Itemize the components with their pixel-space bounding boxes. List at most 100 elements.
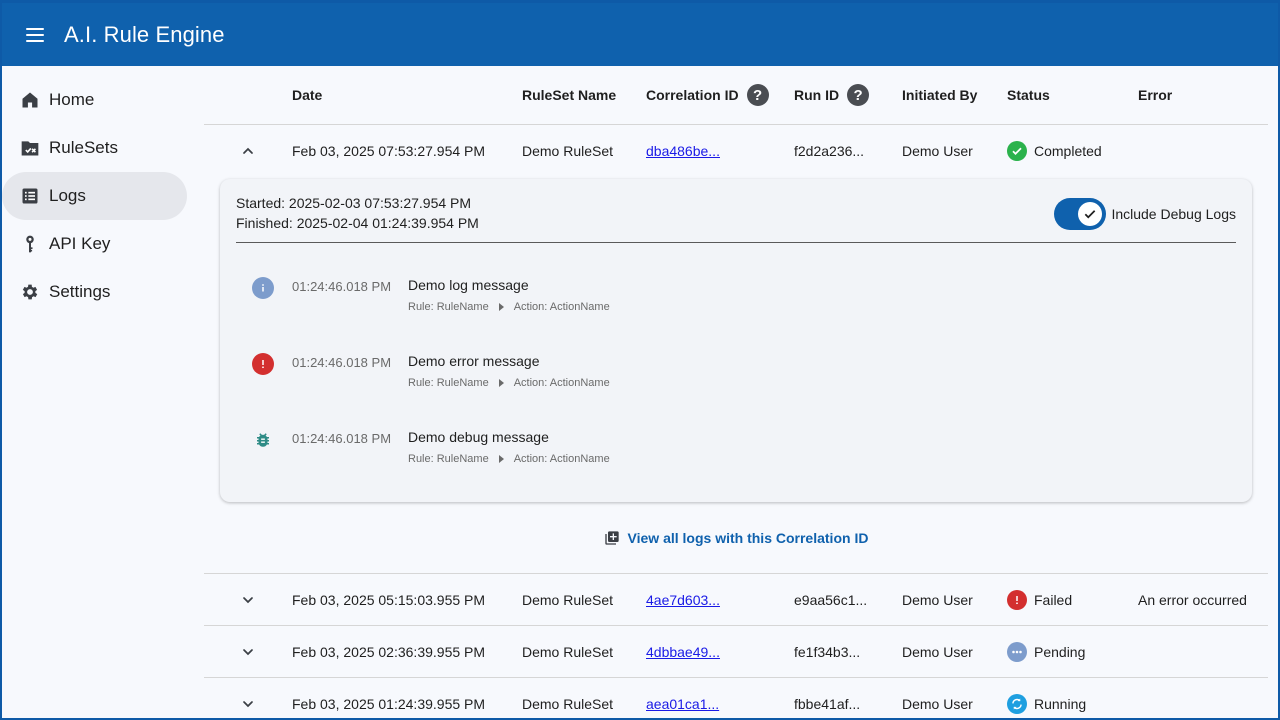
- more-horiz-icon: [1007, 641, 1027, 662]
- chevron-up-icon[interactable]: [238, 141, 258, 161]
- status-label: Failed: [1034, 591, 1073, 608]
- row-ruleset: Demo RuleSet: [522, 591, 614, 608]
- log-rule: Rule: RuleName: [408, 377, 489, 389]
- debug-toggle-label: Include Debug Logs: [1111, 206, 1236, 222]
- help-icon[interactable]: ?: [847, 84, 870, 106]
- header-ruleset[interactable]: RuleSet Name: [522, 87, 646, 103]
- error-icon: [252, 353, 274, 375]
- row-run-id: fbbe41af...: [794, 695, 861, 712]
- log-entry: 01:24:46.018 PM Demo log message Rule: R…: [252, 276, 1236, 326]
- correlation-link[interactable]: dba486be...: [646, 143, 720, 159]
- row-date: Feb 03, 2025 02:36:39.955 PM: [292, 643, 486, 660]
- view-all-logs-label: View all logs with this Correlation ID: [627, 529, 869, 546]
- log-action: Action: ActionName: [513, 453, 610, 465]
- library-add-icon: [604, 530, 619, 545]
- sidebar-item-label: RuleSets: [49, 138, 118, 157]
- sidebar: Home RuleSets Logs API Key Settings: [2, 76, 187, 316]
- sidebar-item-logs[interactable]: Logs: [2, 172, 187, 220]
- logs-icon: [20, 186, 40, 206]
- row-run-id: f2d2a236...: [794, 143, 865, 159]
- chevron-down-icon[interactable]: [238, 590, 258, 610]
- row-ruleset: Demo RuleSet: [522, 643, 614, 660]
- arrow-right-icon: [498, 455, 504, 463]
- header-status[interactable]: Status: [1007, 87, 1138, 103]
- debug-logs-toggle[interactable]: Include Debug Logs: [1054, 198, 1236, 230]
- table-header: Date RuleSet Name Correlation ID ? Run I…: [204, 66, 1268, 125]
- arrow-right-icon: [498, 303, 504, 311]
- check-circle-icon: [1007, 141, 1027, 161]
- log-rule: Rule: RuleName: [408, 453, 489, 465]
- status-badge: Running: [1007, 693, 1138, 714]
- table-row[interactable]: Feb 03, 2025 02:36:39.955 PM Demo RuleSe…: [204, 626, 1268, 678]
- row-run-id: e9aa56c1...: [794, 591, 868, 608]
- log-action: Action: ActionName: [513, 377, 610, 389]
- run-detail-header: Started: 2025-02-03 07:53:27.954 PM Fini…: [236, 193, 1236, 243]
- row-run-id: fe1f34b3...: [794, 643, 861, 660]
- header-correlation-label[interactable]: Correlation ID: [646, 87, 739, 103]
- table-row[interactable]: Feb 03, 2025 05:15:03.955 PM Demo RuleSe…: [204, 574, 1268, 626]
- chevron-down-icon[interactable]: [238, 642, 258, 662]
- log-rule: Rule: RuleName: [408, 301, 489, 313]
- log-message: Demo log message: [408, 277, 529, 293]
- status-label: Completed: [1034, 143, 1102, 159]
- log-meta: Rule: RuleName Action: ActionName: [408, 301, 610, 313]
- debug-switch[interactable]: [1054, 198, 1107, 230]
- view-all-logs-button[interactable]: View all logs with this Correlation ID: [604, 529, 869, 546]
- correlation-link[interactable]: 4ae7d603...: [646, 592, 720, 608]
- app-title: A.I. Rule Engine: [64, 21, 225, 47]
- sidebar-item-label: Settings: [49, 282, 111, 301]
- log-meta: Rule: RuleName Action: ActionName: [408, 453, 610, 465]
- header-initiated-by[interactable]: Initiated By: [902, 87, 1007, 103]
- correlation-link[interactable]: aea01ca1...: [646, 696, 719, 712]
- header-date[interactable]: Date: [292, 87, 522, 103]
- key-icon: [20, 234, 40, 254]
- sidebar-item-api-key[interactable]: API Key: [2, 220, 187, 268]
- status-label: Running: [1034, 695, 1087, 712]
- log-time: 01:24:46.018 PM: [292, 355, 392, 370]
- log-message: Demo debug message: [408, 429, 549, 445]
- log-time: 01:24:46.018 PM: [292, 279, 392, 294]
- log-entry: 01:24:46.018 PM Demo debug message Rule:…: [252, 428, 1236, 478]
- header-run: Run ID ?: [794, 84, 902, 106]
- check-icon: [1078, 202, 1103, 226]
- sidebar-item-label: Home: [49, 90, 95, 109]
- bug-icon: [252, 429, 274, 451]
- header-error[interactable]: Error: [1138, 87, 1268, 103]
- log-meta: Rule: RuleName Action: ActionName: [408, 377, 610, 389]
- log-time: 01:24:46.018 PM: [292, 431, 392, 446]
- row-initiated-by: Demo User: [902, 591, 973, 608]
- sidebar-item-home[interactable]: Home: [2, 76, 187, 124]
- logs-table: Date RuleSet Name Correlation ID ? Run I…: [204, 66, 1268, 718]
- status-badge: Pending: [1007, 641, 1138, 662]
- gear-icon: [20, 282, 40, 302]
- error-icon: [1007, 589, 1027, 610]
- home-icon: [20, 90, 40, 110]
- sidebar-item-label: API Key: [49, 234, 111, 253]
- sidebar-item-label: Logs: [49, 186, 86, 205]
- log-action: Action: ActionName: [513, 301, 610, 313]
- sidebar-item-rulesets[interactable]: RuleSets: [2, 124, 187, 172]
- chevron-down-icon[interactable]: [238, 694, 258, 714]
- app-frame: A.I. Rule Engine Home RuleSets Logs API: [0, 0, 1280, 720]
- info-icon: [252, 277, 274, 299]
- sidebar-item-settings[interactable]: Settings: [2, 268, 187, 316]
- table-row[interactable]: Feb 03, 2025 07:53:27.954 PM Demo RuleSe…: [204, 125, 1268, 177]
- row-date: Feb 03, 2025 01:24:39.955 PM: [292, 695, 486, 712]
- sync-icon: [1007, 693, 1027, 714]
- rulesets-icon: [20, 138, 40, 158]
- header-run-label[interactable]: Run ID: [794, 87, 839, 103]
- correlation-link[interactable]: 4dbbae49...: [646, 644, 720, 660]
- table-row[interactable]: Feb 03, 2025 01:24:39.955 PM Demo RuleSe…: [204, 678, 1268, 718]
- menu-icon[interactable]: [26, 23, 50, 47]
- row-ruleset: Demo RuleSet: [522, 695, 614, 712]
- run-detail-panel: Started: 2025-02-03 07:53:27.954 PM Fini…: [220, 179, 1252, 502]
- row-date: Feb 03, 2025 07:53:27.954 PM: [292, 143, 486, 159]
- row-initiated-by: Demo User: [902, 643, 973, 660]
- header-correlation: Correlation ID ?: [646, 84, 794, 106]
- row-initiated-by: Demo User: [902, 143, 973, 159]
- app-bar: A.I. Rule Engine: [2, 3, 1278, 66]
- status-label: Pending: [1034, 643, 1086, 660]
- row-error: An error occurred: [1138, 591, 1247, 608]
- help-icon[interactable]: ?: [746, 84, 769, 106]
- log-message: Demo error message: [408, 353, 540, 369]
